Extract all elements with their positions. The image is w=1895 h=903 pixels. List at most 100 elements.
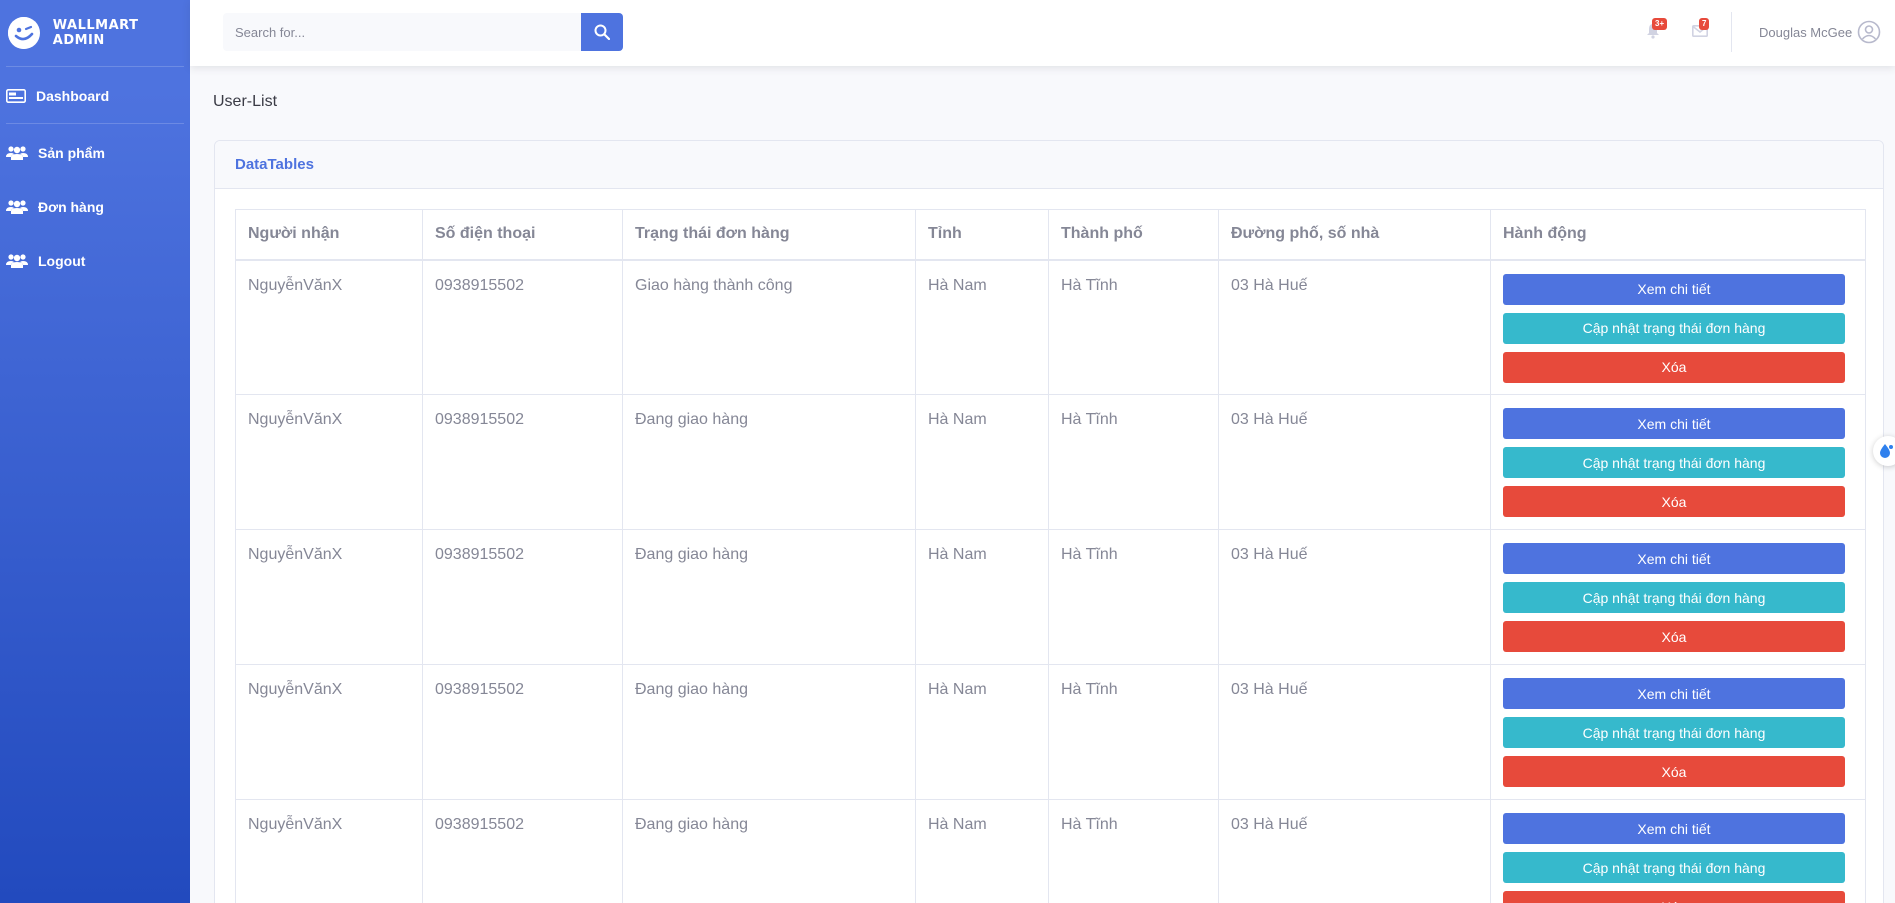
messages-button[interactable]: 7 [1689, 18, 1711, 42]
dashboard-icon [6, 89, 26, 103]
cell-street: 03 Hà Huế [1218, 259, 1491, 395]
table-row: NguyễnVănX 0938915502 Đang giao hàng Hà … [235, 529, 1866, 665]
user-circle-icon [1857, 20, 1881, 44]
orders-table: Người nhận Số điện thoại Trạng thái đơn … [235, 209, 1866, 903]
cell-province: Hà Nam [915, 394, 1049, 530]
search-icon [594, 24, 610, 40]
users-icon [6, 254, 28, 268]
update-status-button[interactable]: Cập nhật trạng thái đơn hàng [1503, 312, 1845, 344]
messages-badge: 7 [1699, 18, 1710, 30]
cell-city: Hà Tĩnh [1048, 664, 1219, 800]
sidebar-item-orders[interactable]: Đơn hàng [0, 180, 190, 234]
cell-street: 03 Hà Huế [1218, 664, 1491, 800]
view-details-button[interactable]: Xem chi tiết [1503, 408, 1845, 439]
cell-street: 03 Hà Huế [1218, 799, 1491, 903]
cell-status: Đang giao hàng [622, 529, 916, 665]
update-status-button[interactable]: Cập nhật trạng thái đơn hàng [1503, 582, 1845, 613]
view-details-button[interactable]: Xem chi tiết [1503, 813, 1845, 844]
cell-province: Hà Nam [915, 799, 1049, 903]
view-details-button[interactable]: Xem chi tiết [1503, 273, 1845, 305]
delete-button[interactable]: Xóa [1503, 756, 1845, 787]
page-title: User-List [213, 93, 278, 110]
table-header-row: Người nhận Số điện thoại Trạng thái đơn … [235, 209, 1866, 261]
cell-city: Hà Tĩnh [1048, 394, 1219, 530]
column-header[interactable]: Đường phố, số nhà [1218, 209, 1491, 261]
update-status-button[interactable]: Cập nhật trạng thái đơn hàng [1503, 717, 1845, 748]
search-button[interactable] [581, 13, 623, 51]
sidebar-item-label: Sản phẩm [38, 145, 105, 161]
cell-province: Hà Nam [915, 259, 1049, 395]
table-row: NguyễnVănX 0938915502 Đang giao hàng Hà … [235, 664, 1866, 800]
cell-city: Hà Tĩnh [1048, 799, 1219, 903]
cell-actions: Xem chi tiết Cập nhật trạng thái đơn hàn… [1490, 799, 1866, 903]
cell-actions: Xem chi tiết Cập nhật trạng thái đơn hàn… [1490, 259, 1866, 395]
update-status-button[interactable]: Cập nhật trạng thái đơn hàng [1503, 852, 1845, 883]
sidebar-divider [6, 66, 184, 67]
sidebar-item-dashboard[interactable]: Dashboard [0, 69, 190, 123]
users-icon [6, 200, 28, 214]
sidebar-item-label: Đơn hàng [38, 199, 104, 215]
delete-button[interactable]: Xóa [1503, 351, 1845, 383]
table-row: NguyễnVănX 0938915502 Đang giao hàng Hà … [235, 799, 1866, 903]
delete-button[interactable]: Xóa [1503, 486, 1845, 517]
delete-button[interactable]: Xóa [1503, 621, 1845, 652]
cell-status: Đang giao hàng [622, 799, 916, 903]
cell-phone: 0938915502 [422, 259, 623, 395]
cell-province: Hà Nam [915, 529, 1049, 665]
cell-actions: Xem chi tiết Cập nhật trạng thái đơn hàn… [1490, 394, 1866, 530]
cell-street: 03 Hà Huế [1218, 529, 1491, 665]
datatable-card: DataTables Người nhận Số điện thoại Trạn… [214, 140, 1884, 903]
users-icon [6, 146, 28, 160]
cell-status: Giao hàng thành công [622, 259, 916, 395]
cell-phone: 0938915502 [422, 394, 623, 530]
cell-street: 03 Hà Huế [1218, 394, 1491, 530]
droplet-icon [1880, 444, 1893, 458]
alerts-badge: 3+ [1652, 18, 1668, 30]
brand-logo-icon [8, 17, 40, 49]
cell-phone: 0938915502 [422, 664, 623, 800]
cell-status: Đang giao hàng [622, 394, 916, 530]
table-row: NguyễnVănX 0938915502 Đang giao hàng Hà … [235, 394, 1866, 530]
brand-title: WALLMART ADMIN [52, 18, 139, 48]
user-name[interactable]: Douglas McGee [1759, 25, 1852, 40]
column-header[interactable]: Hành động [1490, 209, 1866, 261]
cell-province: Hà Nam [915, 664, 1049, 800]
cell-actions: Xem chi tiết Cập nhật trạng thái đơn hàn… [1490, 664, 1866, 800]
sidebar-divider [6, 123, 184, 124]
topbar: 3+ 7 Douglas McGee [190, 0, 1895, 66]
update-status-button[interactable]: Cập nhật trạng thái đơn hàng [1503, 447, 1845, 478]
column-header[interactable]: Tỉnh [915, 209, 1049, 261]
sidebar-item-label: Logout [38, 253, 86, 269]
sidebar-item-logout[interactable]: Logout [0, 234, 190, 288]
search-input[interactable] [223, 13, 581, 51]
cell-recipient: NguyễnVănX [235, 259, 423, 395]
cell-actions: Xem chi tiết Cập nhật trạng thái đơn hàn… [1490, 529, 1866, 665]
cell-phone: 0938915502 [422, 799, 623, 903]
cell-city: Hà Tĩnh [1048, 529, 1219, 665]
column-header[interactable]: Trạng thái đơn hàng [622, 209, 916, 261]
table-row: NguyễnVănX 0938915502 Giao hàng thành cô… [235, 259, 1866, 395]
column-header[interactable]: Người nhận [235, 209, 423, 261]
topbar-divider [1731, 12, 1732, 52]
sidebar-item-products[interactable]: Sản phẩm [0, 126, 190, 180]
floating-widget-button[interactable] [1873, 436, 1895, 466]
cell-recipient: NguyễnVănX [235, 394, 423, 530]
delete-button[interactable]: Xóa [1503, 891, 1845, 903]
cell-status: Đang giao hàng [622, 664, 916, 800]
cell-recipient: NguyễnVănX [235, 799, 423, 903]
cell-recipient: NguyễnVănX [235, 529, 423, 665]
cell-city: Hà Tĩnh [1048, 259, 1219, 395]
column-header[interactable]: Thành phố [1048, 209, 1219, 261]
cell-recipient: NguyễnVănX [235, 664, 423, 800]
view-details-button[interactable]: Xem chi tiết [1503, 678, 1845, 709]
view-details-button[interactable]: Xem chi tiết [1503, 543, 1845, 574]
sidebar-item-label: Dashboard [36, 88, 110, 104]
brand[interactable]: WALLMART ADMIN [0, 0, 190, 66]
alerts-button[interactable]: 3+ [1642, 18, 1668, 42]
avatar[interactable] [1857, 20, 1881, 49]
card-title: DataTables [215, 141, 1883, 189]
column-header[interactable]: Số điện thoại [422, 209, 623, 261]
cell-phone: 0938915502 [422, 529, 623, 665]
search-bar [223, 13, 623, 51]
sidebar: WALLMART ADMIN Dashboard Sản phẩm Đơn hà… [0, 0, 190, 903]
